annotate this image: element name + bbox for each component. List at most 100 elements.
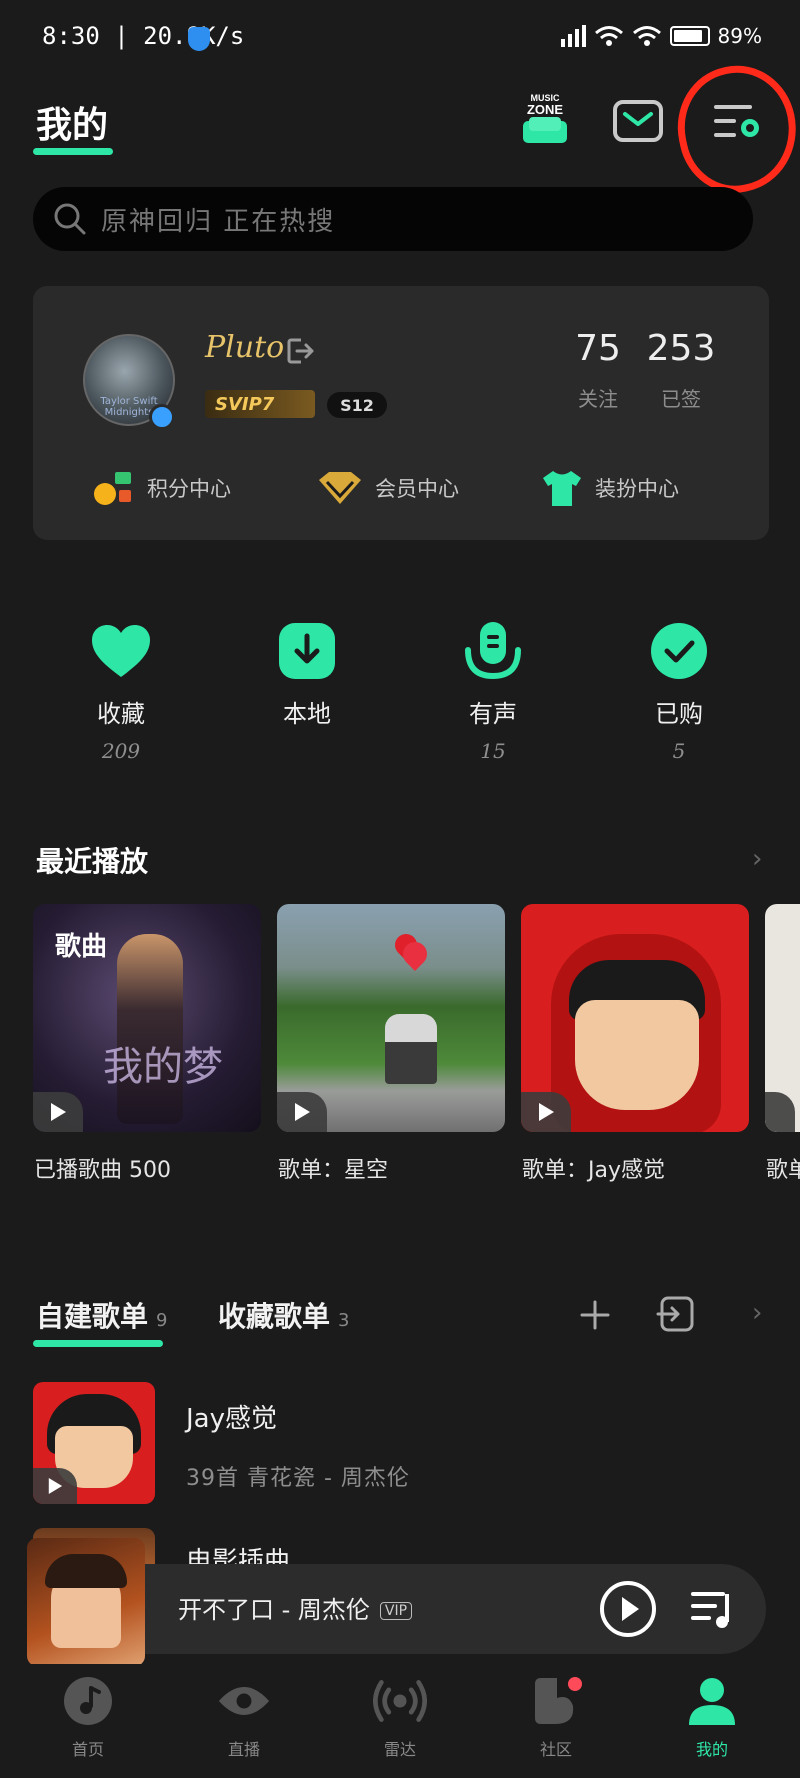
music-zone-icon: MUSIC ZONE: [523, 93, 567, 143]
radar-icon: [373, 1680, 427, 1722]
points-center-label: 积分中心: [147, 477, 231, 501]
stat-following-label: 关注: [578, 387, 618, 411]
stat-signed-label: 已签: [661, 387, 701, 411]
hair-shape: [45, 1554, 127, 1588]
switch-account-icon[interactable]: [285, 336, 315, 366]
recent-caption-jay: 歌单：Jay感觉: [522, 1158, 665, 1183]
community-icon: [535, 1677, 582, 1724]
tab-created-count: 9: [156, 1310, 168, 1331]
search-bar[interactable]: 原神回归 正在热搜: [33, 187, 753, 251]
page-title: 我的: [36, 105, 109, 146]
nav-community[interactable]: 社区: [501, 1664, 611, 1760]
nav-home[interactable]: 首页: [33, 1664, 143, 1760]
recent-more-chevron-icon[interactable]: ›: [752, 844, 762, 874]
points-center-link[interactable]: 积分中心: [91, 468, 231, 508]
avatar-badge-icon: [149, 404, 175, 430]
level-badge-text: S12: [340, 395, 374, 415]
playlist-name-movie[interactable]: 电影插曲: [186, 1538, 290, 1564]
nav-live-label: 直播: [227, 1740, 260, 1759]
nav-community-label: 社区: [539, 1740, 572, 1759]
search-icon: [54, 203, 86, 235]
play-icon: [48, 1478, 63, 1494]
recent-tile-songs[interactable]: 歌曲 我的梦: [33, 904, 261, 1132]
svip-badge[interactable]: SVIP7: [205, 390, 315, 418]
download-icon: [279, 623, 335, 679]
battery-icon: [669, 26, 710, 46]
recent-tile-starry[interactable]: [277, 904, 505, 1132]
playlists-more-chevron-icon[interactable]: ›: [752, 1298, 762, 1328]
favorites-action[interactable]: 收藏 209: [61, 620, 181, 763]
status-indicators: 89%: [560, 24, 762, 48]
audio-action[interactable]: 有声 15: [433, 620, 553, 763]
play-icon: [539, 1103, 554, 1121]
tab-collected-label: 收藏歌单: [218, 1300, 331, 1333]
nav-radar[interactable]: 雷达: [345, 1664, 455, 1760]
points-icon: [94, 472, 131, 505]
cover-title: 我的梦: [103, 1044, 223, 1090]
play-icon: [51, 1103, 66, 1121]
eye-icon: [218, 1687, 270, 1715]
username[interactable]: Pluto: [205, 330, 284, 365]
play-icon: [295, 1103, 310, 1121]
tab-created-label: 自建歌单: [36, 1300, 149, 1333]
svip-badge-text: SVIP7: [215, 393, 275, 415]
playlist-play-button[interactable]: [33, 1468, 77, 1504]
microphone-icon: [465, 622, 521, 680]
status-bar: 8:30 | 20.9K/s 89%: [0, 0, 800, 80]
recent-caption-partial: 歌单: [766, 1158, 800, 1183]
local-label: 本地: [283, 700, 331, 728]
check-icon: [651, 623, 707, 679]
vip-center-link[interactable]: 会员中心: [315, 468, 459, 508]
playlist-meta-jay: 39首 青花瓷 - 周杰伦: [186, 1466, 410, 1491]
recent-tile-play-button[interactable]: [277, 1092, 327, 1132]
stat-following[interactable]: 75 关注: [563, 328, 633, 412]
mail-icon: [613, 100, 663, 142]
recent-tile-overlay: 歌曲: [55, 932, 108, 962]
vip-tag: VIP: [379, 1602, 413, 1620]
face-shape: [575, 1000, 699, 1110]
now-playing-cover[interactable]: [27, 1538, 145, 1666]
recent-tile-play-button[interactable]: [33, 1092, 83, 1132]
signal-icon: [560, 25, 586, 47]
playlist-cover-jay[interactable]: [33, 1382, 155, 1504]
search-placeholder: 原神回归 正在热搜: [101, 206, 336, 237]
stat-signed-value: 253: [646, 328, 716, 369]
tab-collected-playlists[interactable]: 收藏歌单 3: [218, 1295, 349, 1335]
now-playing-song: 开不了口 - 周杰伦: [178, 1596, 370, 1624]
music-zone-button[interactable]: MUSIC ZONE: [514, 90, 576, 152]
play-button-icon[interactable]: [599, 1580, 657, 1638]
level-badge[interactable]: S12: [327, 392, 387, 418]
dressup-center-label: 装扮中心: [595, 477, 679, 501]
recent-section-title: 最近播放: [36, 845, 149, 878]
now-playing-title: 开不了口 - 周杰伦 VIP: [178, 1590, 413, 1625]
svg-text:ZONE: ZONE: [527, 102, 563, 117]
recent-tile-play-button[interactable]: [521, 1092, 571, 1132]
recent-tile-jay[interactable]: [521, 904, 749, 1132]
battery-percent: 89%: [717, 24, 762, 48]
add-playlist-icon[interactable]: [578, 1298, 612, 1332]
local-action[interactable]: 本地: [247, 620, 367, 739]
nav-mine[interactable]: 我的: [657, 1664, 767, 1760]
music-note-icon: [64, 1677, 112, 1725]
wifi-icon-2: [632, 26, 661, 46]
purchased-action[interactable]: 已购 5: [619, 620, 739, 763]
dressup-center-link[interactable]: 装扮中心: [539, 468, 679, 508]
title-underline: [33, 148, 113, 155]
tab-collected-count: 3: [338, 1310, 350, 1331]
tab-created-playlists[interactable]: 自建歌单 9: [36, 1295, 167, 1335]
recent-tile-partial[interactable]: [765, 904, 800, 1132]
nav-live[interactable]: 直播: [189, 1664, 299, 1760]
heart-icon: [92, 625, 150, 677]
mini-player[interactable]: 开不了口 - 周杰伦 VIP: [27, 1538, 766, 1666]
nav-radar-label: 雷达: [383, 1740, 416, 1759]
vip-diamond-icon: [319, 472, 361, 504]
messages-button[interactable]: [607, 90, 669, 152]
bottom-nav: 首页 直播 雷达 社区 我的: [0, 1664, 800, 1778]
playlist-queue-icon[interactable]: [687, 1586, 735, 1632]
recent-tile-play-button[interactable]: [765, 1092, 795, 1132]
audio-count: 15: [480, 739, 506, 763]
import-playlist-icon[interactable]: [656, 1296, 694, 1332]
singer-figure: [117, 934, 183, 1124]
stat-signed[interactable]: 253 已签: [641, 328, 721, 412]
playlist-name-jay[interactable]: Jay感觉: [186, 1398, 277, 1435]
